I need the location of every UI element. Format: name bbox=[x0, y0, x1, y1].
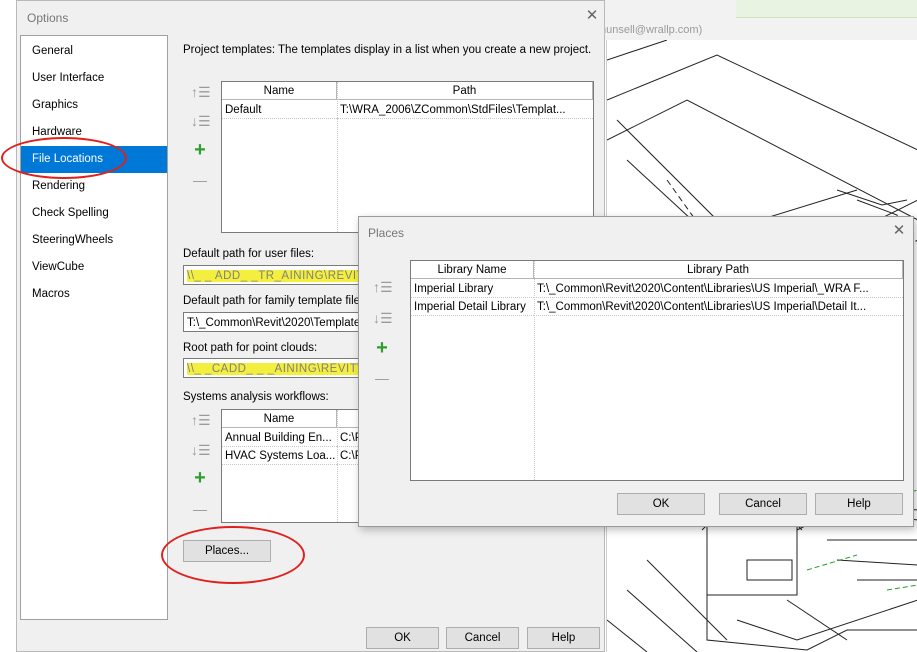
project-templates-description: Project templates: The templates display… bbox=[183, 44, 592, 56]
places-ok-button[interactable]: OK bbox=[617, 493, 705, 515]
point-clouds-label: Root path for point clouds: bbox=[183, 342, 318, 354]
places-help-button[interactable]: Help bbox=[815, 493, 903, 515]
library-row-name[interactable]: Imperial Library bbox=[411, 280, 534, 298]
nav-item-user-interface[interactable]: User Interface bbox=[21, 65, 167, 92]
template-row-path[interactable]: T:\WRA_2006\ZCommon\StdFiles\Templat... bbox=[337, 101, 593, 119]
options-close-icon[interactable]: ✕ bbox=[582, 6, 602, 26]
family-template-label: Default path for family template files bbox=[183, 295, 366, 307]
annotation-circle-file-locations bbox=[1, 137, 127, 179]
family-template-path-field[interactable]: T:\_Common\Revit\2020\Templates bbox=[183, 312, 363, 332]
family-template-path-value: T:\_Common\Revit\2020\Templates bbox=[187, 317, 363, 329]
systems-workflows-label: Systems analysis workflows: bbox=[183, 391, 329, 403]
user-files-label: Default path for user files: bbox=[183, 248, 315, 260]
nav-item-general[interactable]: General bbox=[21, 38, 167, 65]
column-header-library-path[interactable]: Library Path bbox=[534, 261, 903, 279]
options-cancel-button[interactable]: Cancel bbox=[446, 627, 519, 649]
background-ribbon-strip bbox=[736, 0, 917, 18]
places-dialog-title: Places bbox=[368, 226, 405, 240]
add-workflow-icon[interactable]: + bbox=[191, 468, 209, 488]
column-header-path[interactable]: Path bbox=[337, 82, 593, 100]
project-templates-table: Name Path Default T:\WRA_2006\ZCommon\St… bbox=[221, 81, 594, 233]
column-header-name[interactable]: Name bbox=[222, 82, 337, 100]
places-close-icon[interactable]: ✕ bbox=[889, 221, 909, 241]
background-user-tab: hunsell@wrallp.com) bbox=[600, 24, 703, 36]
remove-workflow-icon[interactable]: — bbox=[191, 500, 209, 518]
nav-item-macros[interactable]: Macros bbox=[21, 281, 167, 308]
library-row-name[interactable]: Imperial Detail Library bbox=[411, 298, 534, 316]
systems-workflows-table: Name Annual Building En... C:\P HVAC Sys… bbox=[221, 409, 373, 523]
nav-item-viewcube[interactable]: ViewCube bbox=[21, 254, 167, 281]
places-move-down-icon[interactable]: ↓☰ bbox=[373, 309, 393, 327]
places-add-icon[interactable]: + bbox=[373, 338, 391, 358]
point-clouds-path-value: \\_ _CADD_ _ _AINING\REVIT\2020 bbox=[187, 363, 362, 375]
workflow-move-down-icon[interactable]: ↓☰ bbox=[191, 441, 211, 459]
column-header-library-name[interactable]: Library Name bbox=[411, 261, 534, 279]
workflow-row-name[interactable]: Annual Building En... bbox=[222, 429, 337, 447]
nav-item-graphics[interactable]: Graphics bbox=[21, 92, 167, 119]
places-cancel-button[interactable]: Cancel bbox=[719, 493, 807, 515]
library-row-path[interactable]: T:\_Common\Revit\2020\Content\Libraries\… bbox=[534, 298, 903, 316]
places-library-table: Library Name Library Path Imperial Libra… bbox=[410, 260, 904, 481]
options-help-button[interactable]: Help bbox=[527, 627, 600, 649]
options-ok-button[interactable]: OK bbox=[366, 627, 439, 649]
places-dialog: Places ✕ ↑☰ ↓☰ + — Library Name Library … bbox=[358, 216, 914, 527]
add-template-icon[interactable]: + bbox=[191, 140, 209, 160]
template-row-name[interactable]: Default bbox=[222, 101, 337, 119]
nav-item-steeringwheels[interactable]: SteeringWheels bbox=[21, 227, 167, 254]
annotation-circle-places-button bbox=[161, 526, 305, 584]
move-down-icon[interactable]: ↓☰ bbox=[191, 112, 211, 130]
user-files-path-value: \\_ _ ADD_ _TR_AINING\REVIT\2020 bbox=[187, 270, 362, 282]
workflow-row-name[interactable]: HVAC Systems Loa... bbox=[222, 447, 337, 465]
point-clouds-path-field[interactable]: \\_ _CADD_ _ _AINING\REVIT\2020 bbox=[183, 358, 363, 378]
places-move-up-icon[interactable]: ↑☰ bbox=[373, 278, 393, 296]
options-category-list: General User Interface Graphics Hardware… bbox=[20, 35, 168, 620]
options-dialog-title: Options bbox=[27, 11, 69, 25]
library-row-path[interactable]: T:\_Common\Revit\2020\Content\Libraries\… bbox=[534, 280, 903, 298]
move-up-icon[interactable]: ↑☰ bbox=[191, 83, 211, 101]
workflow-column-header-name[interactable]: Name bbox=[222, 410, 337, 428]
remove-template-icon[interactable]: — bbox=[191, 171, 209, 189]
user-files-path-field[interactable]: \\_ _ ADD_ _TR_AINING\REVIT\2020 bbox=[183, 265, 363, 285]
nav-item-check-spelling[interactable]: Check Spelling bbox=[21, 200, 167, 227]
places-remove-icon[interactable]: — bbox=[373, 369, 391, 387]
workflow-move-up-icon[interactable]: ↑☰ bbox=[191, 411, 211, 429]
